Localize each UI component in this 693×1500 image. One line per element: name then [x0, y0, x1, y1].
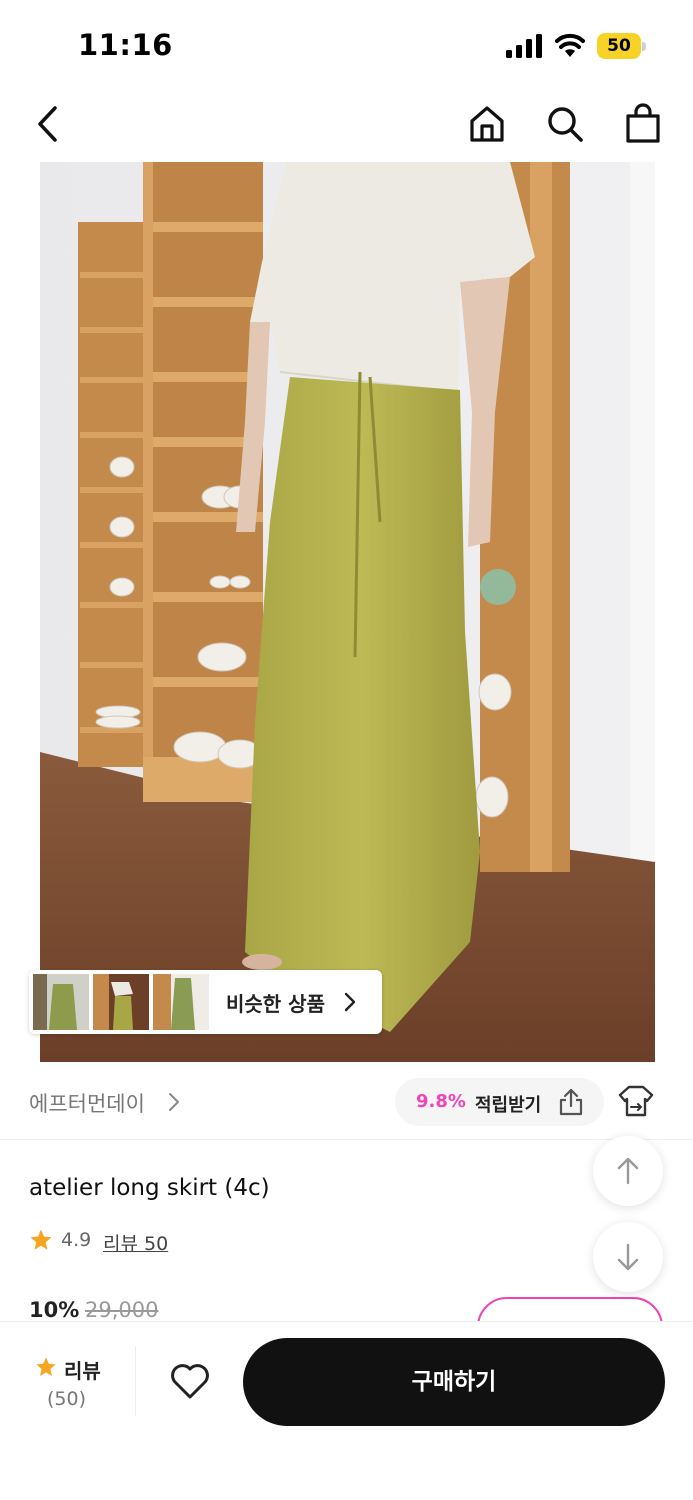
heart-icon[interactable] — [168, 1360, 212, 1402]
review-summary-button[interactable]: 리뷰 (50) — [30, 1352, 110, 1412]
reward-button[interactable]: 9.8% 적립받기 — [395, 1078, 604, 1126]
original-price: 29,000 — [85, 1298, 159, 1322]
arrow-down-icon — [617, 1243, 639, 1271]
star-icon — [30, 1229, 52, 1250]
brand-row: 에프터먼데이 9.8% 적립받기 — [0, 1062, 693, 1140]
discount-rate: 10% — [29, 1298, 80, 1322]
reward-percent: 9.8% — [416, 1091, 466, 1112]
divider — [135, 1346, 136, 1416]
product-photo — [40, 162, 655, 1062]
product-title: atelier long skirt (4c) — [29, 1175, 270, 1201]
bottom-action-bar: 리뷰 (50) 구매하기 — [0, 1321, 693, 1500]
shopping-bag-icon[interactable] — [621, 102, 665, 146]
home-icon[interactable] — [465, 102, 509, 146]
star-icon — [36, 1357, 56, 1376]
scroll-down-button[interactable] — [593, 1222, 663, 1292]
review-count-link[interactable]: 리뷰 50 — [103, 1229, 168, 1256]
battery-tip — [642, 42, 646, 51]
review-summary-count: (50) — [47, 1388, 87, 1410]
similar-item-thumbnail[interactable] — [153, 974, 209, 1030]
back-icon[interactable] — [26, 102, 70, 146]
product-image[interactable] — [40, 162, 655, 1062]
buy-button[interactable]: 구매하기 — [243, 1338, 665, 1426]
search-icon[interactable] — [543, 102, 587, 146]
similar-items-label: 비슷한 상품 — [226, 992, 325, 1016]
arrow-up-icon — [617, 1157, 639, 1185]
fitting-icon[interactable] — [617, 1083, 655, 1119]
cellular-signal-icon — [506, 34, 542, 58]
rating-value: 4.9 — [61, 1229, 92, 1251]
wifi-icon — [555, 33, 585, 57]
status-bar: 11:16 50 — [0, 0, 693, 90]
chevron-right-icon — [344, 992, 356, 1012]
rating-row: 4.9 리뷰 50 — [29, 1226, 329, 1256]
share-icon[interactable] — [556, 1087, 586, 1117]
similar-item-thumbnail[interactable] — [33, 974, 89, 1030]
reward-label: 적립받기 — [475, 1095, 542, 1116]
scroll-up-button[interactable] — [593, 1136, 663, 1206]
brand-name[interactable]: 에프터먼데이 — [29, 1088, 145, 1118]
top-navigation — [0, 90, 693, 160]
review-summary-label: 리뷰 — [64, 1359, 101, 1383]
battery-level: 50 — [607, 36, 631, 56]
chevron-right-icon[interactable] — [168, 1091, 180, 1113]
battery-indicator: 50 — [597, 33, 647, 59]
similar-item-thumbnail[interactable] — [93, 974, 149, 1030]
status-time: 11:16 — [78, 28, 173, 62]
similar-items-card[interactable]: 비슷한 상품 — [29, 970, 382, 1034]
